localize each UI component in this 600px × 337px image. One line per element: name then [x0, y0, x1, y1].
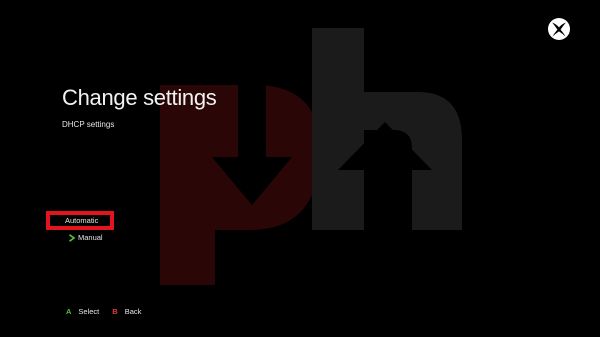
option-automatic-label: Automatic [65, 216, 99, 225]
option-manual[interactable]: Manual [46, 230, 114, 246]
xbox-logo-icon [548, 18, 570, 40]
dhcp-option-list: Automatic Manual [46, 211, 114, 246]
a-button-icon: A [66, 307, 72, 316]
chevron-right-icon [69, 234, 76, 242]
background-watermark [160, 28, 462, 285]
page-subtitle: DHCP settings [62, 120, 115, 129]
controller-hints: A Select B Back [66, 306, 141, 318]
option-manual-label: Manual [78, 233, 103, 242]
select-hint[interactable]: Select [78, 306, 99, 318]
option-automatic[interactable]: Automatic [46, 211, 114, 230]
back-hint[interactable]: Back [125, 306, 142, 318]
b-button-icon: B [112, 307, 118, 316]
page-title: Change settings [62, 85, 217, 110]
